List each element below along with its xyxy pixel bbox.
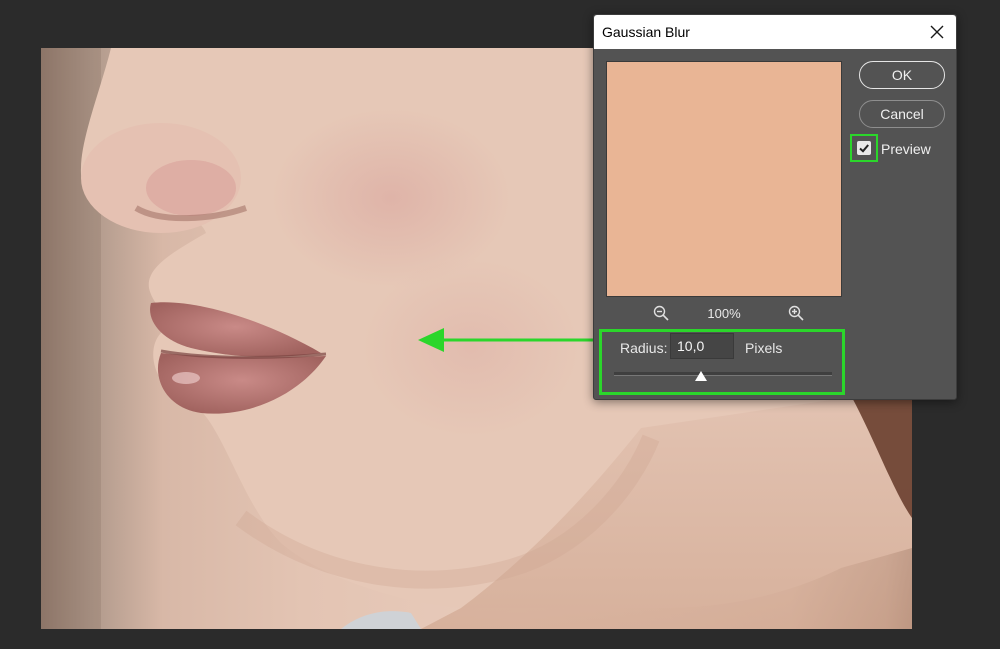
ok-button[interactable]: OK	[859, 61, 945, 89]
zoom-in-icon	[788, 305, 804, 321]
checkbox-box[interactable]	[857, 141, 871, 155]
zoom-in-button[interactable]	[786, 303, 806, 323]
radius-label: Radius:	[620, 340, 668, 356]
radius-slider[interactable]	[614, 371, 832, 381]
zoom-level: 100%	[707, 306, 741, 321]
radius-unit: Pixels	[745, 340, 783, 356]
dialog-titlebar[interactable]: Gaussian Blur	[594, 15, 956, 49]
radius-slider-thumb[interactable]	[695, 371, 708, 381]
zoom-out-button[interactable]	[651, 303, 671, 323]
gaussian-blur-dialog: Gaussian Blur 100% OK Cancel Preview Rad…	[593, 14, 957, 400]
preview-checkbox[interactable]	[850, 134, 878, 162]
zoom-out-icon	[653, 305, 669, 321]
close-button[interactable]	[924, 19, 950, 45]
close-icon	[930, 25, 944, 39]
filter-preview-thumbnail[interactable]	[606, 61, 842, 297]
radius-input[interactable]	[670, 333, 734, 359]
cancel-button[interactable]: Cancel	[859, 100, 945, 128]
dialog-title: Gaussian Blur	[602, 24, 690, 40]
preview-zoom-controls: 100%	[606, 303, 842, 323]
checkmark-icon	[859, 144, 869, 153]
preview-label: Preview	[881, 141, 931, 157]
